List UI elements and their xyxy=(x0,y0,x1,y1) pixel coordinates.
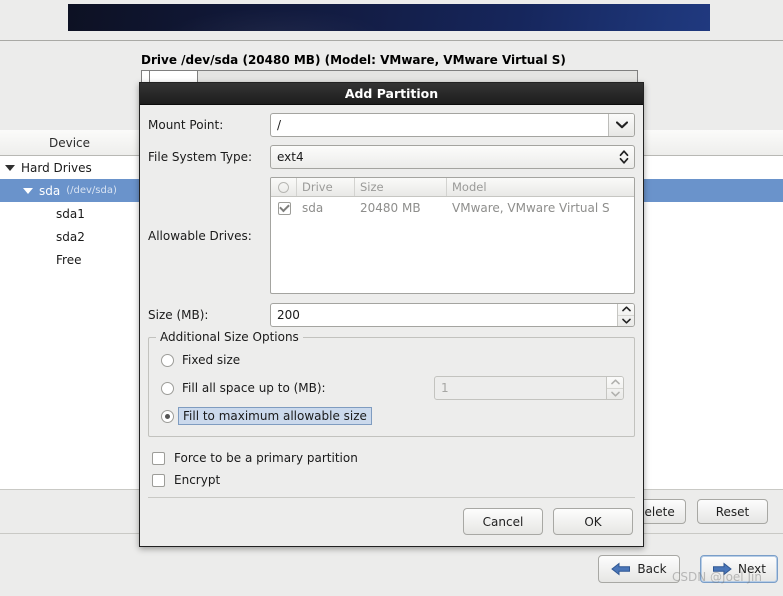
file-system-type-row: File System Type: ext4 xyxy=(148,145,635,169)
tree-row-device-path: (/dev/sda) xyxy=(66,185,117,196)
arrow-right-icon xyxy=(713,562,732,576)
additional-size-options-legend: Additional Size Options xyxy=(156,330,303,344)
tree-row-label: sda1 xyxy=(56,206,85,221)
drive-row-size: 20480 MB xyxy=(360,201,421,215)
radio-fixed-size-row[interactable]: Fixed size xyxy=(159,348,624,372)
tree-row-label: Hard Drives xyxy=(21,160,92,175)
banner-sheen xyxy=(68,4,710,31)
chevron-up-down-icon xyxy=(619,150,629,164)
allowable-drives-list[interactable]: Drive Size Model sda 20480 MB VMware, VM… xyxy=(270,177,635,294)
drives-column-size[interactable]: Size xyxy=(355,178,447,196)
add-partition-dialog: Add Partition Mount Point: / File System… xyxy=(139,82,644,547)
dialog-action-bar: Cancel OK xyxy=(148,498,635,535)
tree-row-label: Free xyxy=(56,252,82,267)
size-stepper[interactable] xyxy=(617,304,634,326)
next-button-label: Next xyxy=(738,562,766,576)
reset-button[interactable]: Reset xyxy=(697,499,768,524)
size-row: Size (MB): 200 xyxy=(148,303,635,327)
drives-list-row[interactable]: sda 20480 MB VMware, VMware Virtual S xyxy=(271,197,634,219)
cancel-button[interactable]: Cancel xyxy=(463,508,543,535)
force-primary-checkbox[interactable] xyxy=(152,451,165,465)
select-all-checkbox[interactable] xyxy=(278,181,289,193)
additional-size-options-group: Additional Size Options Fixed size Fill … xyxy=(148,330,635,437)
radio-fill-up-to-label: Fill all space up to (MB): xyxy=(182,381,326,395)
radio-fill-up-to[interactable] xyxy=(161,381,174,395)
ok-button[interactable]: OK xyxy=(553,508,633,535)
header-divider xyxy=(0,40,783,41)
chevron-down-icon[interactable] xyxy=(4,161,17,174)
arrow-left-icon xyxy=(611,562,631,576)
drives-list-header: Drive Size Model xyxy=(271,178,634,197)
file-system-type-dropdown-button[interactable] xyxy=(614,146,634,168)
size-spinbox[interactable]: 200 xyxy=(270,303,635,327)
size-input[interactable]: 200 xyxy=(271,304,617,326)
radio-fill-up-to-row[interactable]: Fill all space up to (MB): 1 xyxy=(159,376,624,400)
radio-fill-maximum[interactable] xyxy=(161,409,174,423)
drives-column-select[interactable] xyxy=(271,178,297,196)
back-button[interactable]: Back xyxy=(598,555,680,583)
chevron-up-icon xyxy=(610,379,620,385)
dialog-body: Mount Point: / File System Type: ext4 Al… xyxy=(140,105,643,535)
force-primary-label: Force to be a primary partition xyxy=(174,451,358,465)
device-column-header: Device xyxy=(0,130,139,156)
mount-point-dropdown-button[interactable] xyxy=(608,114,634,136)
encrypt-row[interactable]: Encrypt xyxy=(152,469,635,491)
file-system-type-optionmenu[interactable]: ext4 xyxy=(270,145,635,169)
chevron-up-icon xyxy=(621,306,631,312)
mount-point-combobox[interactable]: / xyxy=(270,113,635,137)
stepper-down-button[interactable] xyxy=(607,387,623,400)
next-button[interactable]: Next xyxy=(700,555,778,583)
radio-fill-maximum-label: Fill to maximum allowable size xyxy=(178,407,372,425)
mount-point-label: Mount Point: xyxy=(148,118,224,132)
drive-row-model: VMware, VMware Virtual S xyxy=(452,201,610,215)
mount-point-row: Mount Point: / xyxy=(148,113,635,137)
tree-header-filler xyxy=(644,130,783,156)
mount-point-input[interactable]: / xyxy=(271,114,608,136)
stepper-up-button[interactable] xyxy=(618,304,634,315)
dialog-title: Add Partition xyxy=(140,83,643,105)
fill-up-to-stepper[interactable] xyxy=(606,377,623,399)
chevron-down-icon[interactable] xyxy=(22,184,35,197)
size-label: Size (MB): xyxy=(148,308,209,322)
allowable-drives-row: Allowable Drives: Drive Size Model sda 2… xyxy=(148,177,635,294)
drive-row-name: sda xyxy=(302,201,324,215)
drive-checkbox[interactable] xyxy=(277,201,291,215)
allowable-drives-label: Allowable Drives: xyxy=(148,228,252,243)
radio-fixed-size[interactable] xyxy=(161,353,174,367)
drive-summary-label: Drive /dev/sda (20480 MB) (Model: VMware… xyxy=(141,53,566,67)
stepper-up-button[interactable] xyxy=(607,377,623,388)
file-system-type-label: File System Type: xyxy=(148,150,253,164)
fill-up-to-input[interactable]: 1 xyxy=(435,377,606,399)
installer-screen: Drive /dev/sda (20480 MB) (Model: VMware… xyxy=(0,0,783,596)
encrypt-label: Encrypt xyxy=(174,473,221,487)
drives-column-drive[interactable]: Drive xyxy=(297,178,355,196)
back-button-label: Back xyxy=(637,562,667,576)
tree-row-label: sda2 xyxy=(56,229,85,244)
chevron-down-icon xyxy=(615,121,628,129)
radio-fixed-size-label: Fixed size xyxy=(182,353,241,367)
stepper-down-button[interactable] xyxy=(618,314,634,327)
installer-banner xyxy=(68,4,710,31)
drives-column-model[interactable]: Model xyxy=(447,178,634,196)
encrypt-checkbox[interactable] xyxy=(152,473,165,487)
fill-up-to-spinbox[interactable]: 1 xyxy=(434,376,624,400)
force-primary-row[interactable]: Force to be a primary partition xyxy=(152,447,635,469)
chevron-down-icon xyxy=(610,391,620,397)
file-system-type-value: ext4 xyxy=(277,150,304,164)
tree-row-label: sda xyxy=(39,183,61,198)
drive-row-checkbox-cell[interactable] xyxy=(271,201,297,215)
chevron-down-icon xyxy=(621,318,631,324)
radio-fill-maximum-row[interactable]: Fill to maximum allowable size xyxy=(159,404,624,428)
